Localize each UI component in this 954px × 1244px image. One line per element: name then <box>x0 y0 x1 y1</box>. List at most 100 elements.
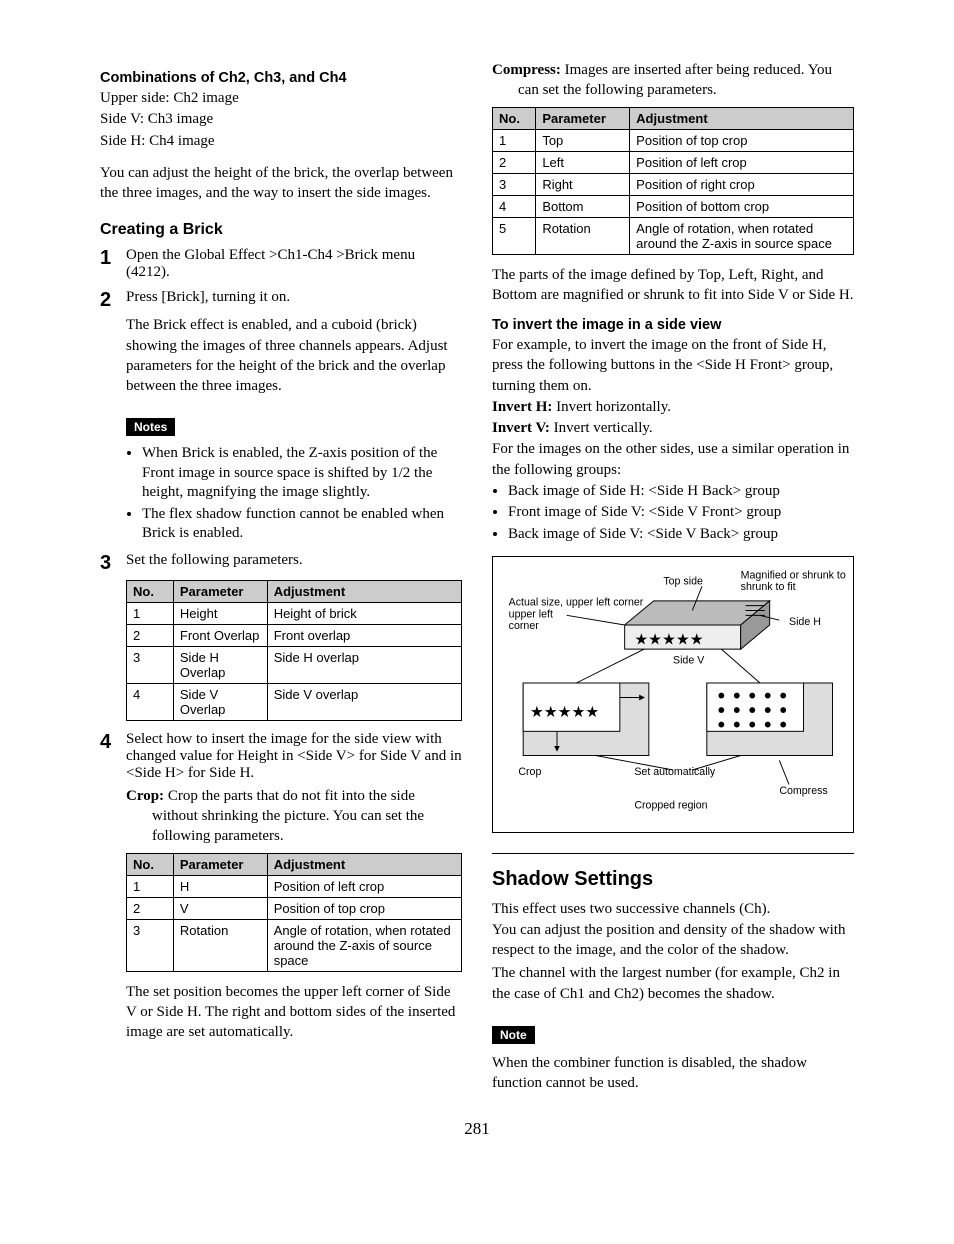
invert-heading: To invert the image in a side view <box>492 317 854 333</box>
table-cell: Position of top crop <box>267 897 461 919</box>
table-cell: Position of left crop <box>267 875 461 897</box>
create-brick-heading: Creating a Brick <box>100 221 462 239</box>
svg-text:Actual size, upper left corner: Actual size, upper left corner <box>509 597 644 609</box>
svg-text:Side V: Side V <box>673 655 705 667</box>
step-text: Select how to insert the image for the s… <box>126 731 462 782</box>
note-item: When Brick is enabled, the Z-axis positi… <box>142 444 462 503</box>
parameter-table-2: No. Parameter Adjustment 1HPosition of l… <box>126 853 462 972</box>
table-header: No. <box>127 580 174 602</box>
table-cell: Side V overlap <box>267 683 461 720</box>
table-header: No. <box>127 853 174 875</box>
diagram-svg: Top side Magnified or shrunk to fit shru… <box>499 567 847 818</box>
svg-text:Set automatically: Set automatically <box>634 766 716 778</box>
shadow-paragraph: The channel with the largest number (for… <box>492 963 854 1004</box>
table-cell: Position of right crop <box>630 173 854 195</box>
invert-paragraph: For the images on the other sides, use a… <box>492 439 854 480</box>
brick-diagram: Top side Magnified or shrunk to fit shru… <box>492 556 854 832</box>
parameter-table-1: No. Parameter Adjustment 1HeightHeight o… <box>126 580 462 721</box>
svg-text:Top side: Top side <box>663 576 703 588</box>
step-number: 3 <box>100 552 126 574</box>
parameter-table-3: No. Parameter Adjustment 1TopPosition of… <box>492 107 854 255</box>
svg-text:upper left: upper left <box>509 609 553 621</box>
table-cell: Angle of rotation, when rotated around t… <box>630 217 854 254</box>
table-cell: Side H Overlap <box>173 646 267 683</box>
table-cell: Bottom <box>536 195 630 217</box>
step-number: 1 <box>100 247 126 269</box>
combo-heading: Combinations of Ch2, Ch3, and Ch4 <box>100 70 462 86</box>
table-cell: Left <box>536 151 630 173</box>
table-cell: Front overlap <box>267 624 461 646</box>
svg-text:Magnified or shrunk to fit: Magnified or shrunk to fit <box>741 570 847 582</box>
table-cell: H <box>173 875 267 897</box>
step-text: Set the following parameters. <box>126 552 462 569</box>
combo-line: Side H: Ch4 image <box>100 131 462 151</box>
invert-paragraph: For example, to invert the image on the … <box>492 335 854 396</box>
table-header: Adjustment <box>267 853 461 875</box>
table-header: Parameter <box>173 580 267 602</box>
table-cell: V <box>173 897 267 919</box>
step-detail: The Brick effect is enabled, and a cuboi… <box>126 315 462 396</box>
table-header: Parameter <box>173 853 267 875</box>
combo-line: Upper side: Ch2 image <box>100 88 462 108</box>
table-cell: Height of brick <box>267 602 461 624</box>
step-number: 2 <box>100 289 126 311</box>
table-cell: 3 <box>127 919 174 971</box>
combo-line: Side V: Ch3 image <box>100 109 462 129</box>
table-header: Parameter <box>536 107 630 129</box>
after-table-text: The parts of the image defined by Top, L… <box>492 265 854 306</box>
table-cell: 1 <box>127 602 174 624</box>
svg-text:Compress: Compress <box>779 785 827 797</box>
svg-text:Cropped region: Cropped region <box>634 800 707 812</box>
invert-bullet: Back image of Side V: <Side V Back> grou… <box>508 525 854 545</box>
combo-paragraph: You can adjust the height of the brick, … <box>100 163 462 204</box>
table-cell: Position of top crop <box>630 129 854 151</box>
notes-label: Notes <box>126 418 175 436</box>
shadow-paragraph: You can adjust the position and density … <box>492 920 854 961</box>
table-header: Adjustment <box>267 580 461 602</box>
table-cell: 1 <box>127 875 174 897</box>
note-item: The flex shadow function cannot be enabl… <box>142 505 462 544</box>
table-cell: Right <box>536 173 630 195</box>
compress-definition: Compress: Images are inserted after bein… <box>492 60 854 101</box>
crop-definition: Crop: Crop the parts that do not fit int… <box>126 786 462 847</box>
table-cell: Top <box>536 129 630 151</box>
note-label: Note <box>492 1026 535 1044</box>
step-number: 4 <box>100 731 126 753</box>
table-cell: 4 <box>127 683 174 720</box>
shadow-settings-heading: Shadow Settings <box>492 853 854 891</box>
invert-bullet: Front image of Side V: <Side V Front> gr… <box>508 503 854 523</box>
table-cell: 2 <box>127 897 174 919</box>
table-cell: 1 <box>493 129 536 151</box>
table-cell: 5 <box>493 217 536 254</box>
step-text: Open the Global Effect >Ch1-Ch4 >Brick m… <box>126 247 462 281</box>
svg-text:Crop: Crop <box>518 766 541 778</box>
table-cell: 4 <box>493 195 536 217</box>
invert-v-line: Invert V: Invert vertically. <box>492 418 854 438</box>
table-cell: Side H overlap <box>267 646 461 683</box>
table-cell: 3 <box>493 173 536 195</box>
svg-text:corner: corner <box>509 620 540 632</box>
table-cell: 2 <box>493 151 536 173</box>
step-text: Press [Brick], turning it on. <box>126 289 462 306</box>
shadow-paragraph: This effect uses two successive channels… <box>492 899 854 919</box>
table-cell: Position of left crop <box>630 151 854 173</box>
invert-bullet: Back image of Side H: <Side H Back> grou… <box>508 482 854 502</box>
table-cell: Rotation <box>173 919 267 971</box>
table-cell: 3 <box>127 646 174 683</box>
table-cell: Side V Overlap <box>173 683 267 720</box>
page-number: 281 <box>100 1119 854 1139</box>
table-cell: Rotation <box>536 217 630 254</box>
svg-text:Side H: Side H <box>789 616 821 628</box>
table-cell: Angle of rotation, when rotated around t… <box>267 919 461 971</box>
table-cell: 2 <box>127 624 174 646</box>
svg-text:★★★★★: ★★★★★ <box>530 704 599 721</box>
svg-text:★★★★★: ★★★★★ <box>634 632 703 649</box>
table-header: Adjustment <box>630 107 854 129</box>
after-table-text: The set position becomes the upper left … <box>126 982 462 1043</box>
shadow-note: When the combiner function is disabled, … <box>492 1053 854 1094</box>
table-header: No. <box>493 107 536 129</box>
invert-h-line: Invert H: Invert horizontally. <box>492 397 854 417</box>
table-cell: Height <box>173 602 267 624</box>
table-cell: Position of bottom crop <box>630 195 854 217</box>
svg-text:shrunk to fit: shrunk to fit <box>741 581 796 593</box>
